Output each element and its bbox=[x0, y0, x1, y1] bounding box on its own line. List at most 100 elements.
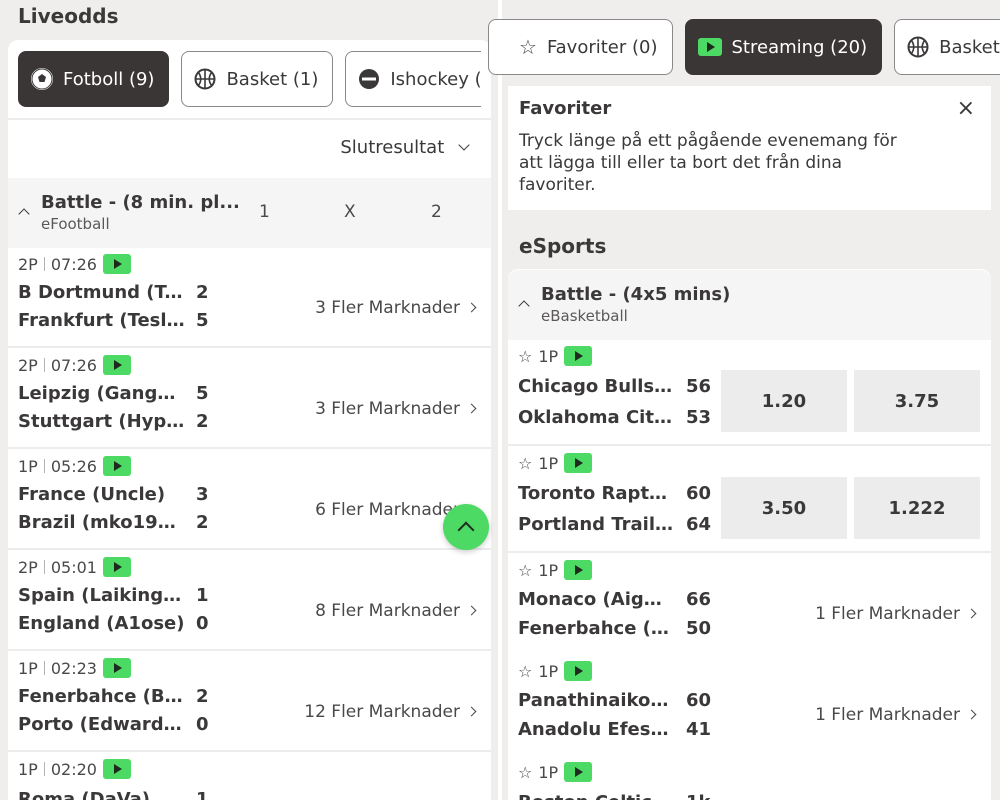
more-markets-link[interactable]: 8 Fler Marknader bbox=[315, 601, 477, 621]
play-icon bbox=[564, 346, 593, 366]
league-header[interactable]: Battle - (4x5 mins) eBasketball bbox=[508, 270, 991, 340]
period: 1P bbox=[18, 456, 38, 476]
odds-button-away[interactable]: 1.222 bbox=[854, 477, 980, 539]
away-score: 0 bbox=[196, 714, 209, 735]
tab-basket[interactable]: Basket (1) bbox=[894, 19, 1000, 75]
event-row[interactable]: ☆ 1P Panathinaikos... 60 Anadolu Efes (..… bbox=[508, 655, 991, 761]
event-row[interactable]: 2P 07:26 Leipzig (Ganger... 5 Stuttgart (… bbox=[8, 349, 491, 449]
home-team: Fenerbahce (Bl... bbox=[18, 686, 186, 707]
tab-ishockey[interactable]: Ishockey (1 bbox=[345, 51, 481, 107]
event-meta: 2P 07:26 bbox=[18, 355, 131, 375]
league-sub: eFootball bbox=[41, 215, 110, 233]
event-meta: ☆ 1P bbox=[518, 346, 593, 366]
event-meta: ☆ 1P bbox=[518, 560, 593, 580]
home-team: Spain (LaikingD... bbox=[18, 585, 186, 606]
home-score: 1 bbox=[196, 585, 209, 606]
close-icon[interactable]: × bbox=[957, 98, 975, 120]
away-team: Portland Trail ... bbox=[518, 514, 673, 535]
play-icon bbox=[564, 560, 593, 580]
away-team: Stuttgart (Hyper) bbox=[18, 411, 186, 432]
home-score: 56 bbox=[686, 376, 712, 397]
period: 2P bbox=[18, 355, 38, 375]
chevron-right-icon bbox=[966, 709, 977, 720]
chevron-down-icon bbox=[458, 139, 470, 151]
more-markets-link[interactable]: 3 Fler Marknader bbox=[315, 399, 477, 419]
odds-button-away[interactable]: 3.75 bbox=[854, 370, 980, 432]
play-icon bbox=[102, 254, 131, 274]
star-icon[interactable]: ☆ bbox=[518, 561, 532, 580]
event-row[interactable]: ☆ 1P Chicago Bulls ... 56 Oklahoma Cit...… bbox=[508, 340, 991, 446]
event-row[interactable]: 1P 05:26 France (Uncle) 3 Brazil (mko1919… bbox=[8, 450, 491, 550]
tab-label: Favoriter (0) bbox=[546, 36, 658, 58]
home-score: 3 bbox=[196, 484, 209, 505]
star-icon[interactable]: ☆ bbox=[518, 763, 532, 782]
event-meta: 1P 05:26 bbox=[18, 456, 131, 476]
separator bbox=[43, 257, 45, 271]
more-markets-label: 6 Fler Marknader bbox=[315, 500, 460, 520]
chevron-right-icon bbox=[466, 706, 477, 717]
odds-button-home[interactable]: 1.20 bbox=[721, 370, 847, 432]
hockey-puck-icon bbox=[358, 68, 380, 90]
tab-favoriter[interactable]: ☆ Favoriter (0) bbox=[488, 19, 673, 75]
league-header[interactable]: Battle - (8 min. pl... eFootball 1 X 2 bbox=[8, 178, 491, 248]
away-score: 50 bbox=[686, 618, 712, 639]
home-score: 60 bbox=[686, 690, 712, 711]
play-icon bbox=[564, 453, 593, 473]
event-row[interactable]: ☆ 1P Toronto Rapto... 60 Portland Trail .… bbox=[508, 447, 991, 553]
away-score: 5 bbox=[196, 310, 209, 331]
filter-tabs: ☆ Favoriter (0) Streaming (20) Basket (1… bbox=[488, 19, 1000, 75]
event-row[interactable]: 1P 02:20 Roma (DaVa) 1 bbox=[8, 753, 491, 800]
home-score: 60 bbox=[686, 483, 712, 504]
event-meta: 1P 02:20 bbox=[18, 759, 131, 779]
more-markets-link[interactable]: 1 Fler Marknader bbox=[815, 705, 977, 725]
tab-label: Ishockey (1 bbox=[390, 68, 481, 90]
more-markets-label: 1 Fler Marknader bbox=[815, 705, 960, 725]
home-score: 1 bbox=[196, 789, 209, 800]
more-markets-label: 1 Fler Marknader bbox=[815, 604, 960, 624]
liveodds-title: Liveodds bbox=[18, 4, 119, 28]
scroll-top-button[interactable] bbox=[443, 504, 489, 550]
more-markets-link[interactable]: 12 Fler Marknader bbox=[304, 702, 477, 722]
more-markets-label: 12 Fler Marknader bbox=[304, 702, 460, 722]
away-score: 64 bbox=[686, 514, 712, 535]
favorites-info-title: Favoriter bbox=[519, 98, 612, 119]
more-markets-link[interactable]: 3 Fler Marknader bbox=[315, 298, 477, 318]
col-x: X bbox=[344, 202, 356, 222]
esports-title: eSports bbox=[519, 234, 607, 258]
odds-button-home[interactable]: 3.50 bbox=[721, 477, 847, 539]
tab-label: Streaming (20) bbox=[731, 36, 868, 58]
home-team: France (Uncle) bbox=[18, 484, 166, 505]
period: 2P bbox=[18, 254, 38, 274]
period: 1P bbox=[18, 759, 38, 779]
event-row[interactable]: 2P 07:26 B Dortmund (To... 2 Frankfurt (T… bbox=[8, 248, 491, 348]
league-name: Battle - (4x5 mins) bbox=[541, 284, 731, 305]
event-row[interactable]: 1P 02:23 Fenerbahce (Bl... 2 Porto (Edwar… bbox=[8, 652, 491, 752]
period: 1P bbox=[538, 560, 559, 580]
star-icon[interactable]: ☆ bbox=[518, 454, 532, 473]
play-icon bbox=[102, 557, 131, 577]
home-team: Chicago Bulls ... bbox=[518, 376, 673, 397]
home-team: Roma (DaVa) bbox=[18, 789, 151, 800]
chevron-right-icon bbox=[466, 302, 477, 313]
event-row[interactable]: ☆ 1P Monaco (Aiger) 66 Fenerbahce (Z... 5… bbox=[508, 554, 991, 660]
tab-streaming[interactable]: Streaming (20) bbox=[684, 19, 883, 75]
tab-basket[interactable]: Basket (1) bbox=[181, 51, 334, 107]
event-row[interactable]: 2P 05:01 Spain (LaikingD... 1 England (A1… bbox=[8, 551, 491, 651]
star-icon[interactable]: ☆ bbox=[518, 662, 532, 681]
left-panel: Liveodds Fotboll (9) Basket (1) Ishockey… bbox=[0, 0, 498, 800]
star-icon[interactable]: ☆ bbox=[518, 347, 532, 366]
away-team: Brazil (mko1919) bbox=[18, 512, 186, 533]
market-selector[interactable]: Slutresultat bbox=[340, 137, 470, 158]
col-2: 2 bbox=[431, 202, 442, 222]
tab-fotboll[interactable]: Fotboll (9) bbox=[18, 51, 170, 107]
basketball-icon bbox=[907, 36, 929, 58]
match-time: 07:26 bbox=[50, 355, 97, 375]
chevron-up-icon bbox=[18, 208, 30, 220]
away-team: Frankfurt (Tesla) bbox=[18, 310, 186, 331]
more-markets-label: 3 Fler Marknader bbox=[315, 399, 460, 419]
home-team: B Dortmund (To... bbox=[18, 282, 186, 303]
period: 1P bbox=[538, 453, 559, 473]
more-markets-link[interactable]: 1 Fler Marknader bbox=[815, 604, 977, 624]
event-row[interactable]: ☆ 1P Boston Celtic... 1k bbox=[508, 756, 991, 800]
away-team: Anadolu Efes (... bbox=[518, 719, 673, 740]
